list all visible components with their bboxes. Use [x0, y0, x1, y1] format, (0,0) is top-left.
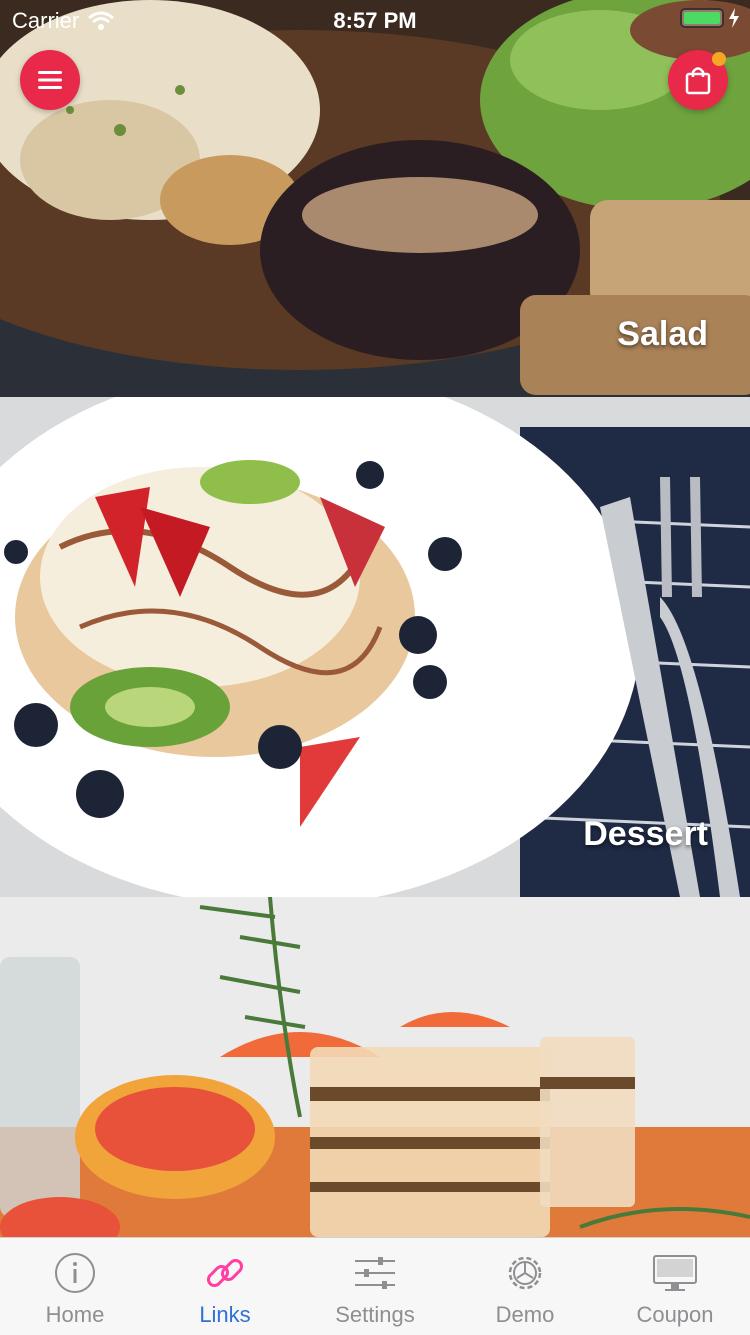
tab-settings[interactable]: Settings	[300, 1238, 450, 1335]
monitor-icon	[653, 1255, 697, 1291]
cart-button[interactable]	[668, 50, 728, 110]
category-card-dessert[interactable]: Dessert	[0, 397, 750, 897]
card-label-salad: Salad	[617, 315, 708, 353]
card-label-dessert: Dessert	[583, 815, 708, 853]
charging-icon	[729, 8, 739, 28]
tab-coupon-label: Coupon	[636, 1302, 714, 1327]
status-bar: Carrier 8:57 PM	[0, 0, 750, 40]
tab-demo-label: Demo	[495, 1302, 555, 1327]
cart-badge	[712, 52, 726, 66]
sliders-icon	[355, 1257, 395, 1289]
menu-button[interactable]	[20, 50, 80, 110]
tab-links-label: Links	[199, 1302, 251, 1327]
category-card-drinks[interactable]	[0, 897, 750, 1237]
status-time: 8:57 PM	[333, 8, 417, 33]
hamburger-icon	[38, 71, 62, 89]
info-icon	[55, 1253, 95, 1293]
battery-icon	[680, 8, 740, 28]
tab-links[interactable]: Links	[150, 1238, 300, 1335]
shopping-bag-icon	[685, 67, 711, 95]
category-card-salad[interactable]: Salad	[0, 0, 750, 397]
tab-home-label: Home	[45, 1302, 105, 1327]
tab-coupon[interactable]: Coupon	[600, 1238, 750, 1335]
tab-demo[interactable]: Demo	[450, 1238, 600, 1335]
tab-bar: Home Links Settings Demo Coupon	[0, 1237, 750, 1335]
tab-settings-label: Settings	[335, 1302, 415, 1327]
gear-icon	[508, 1256, 542, 1290]
drinks-image	[0, 897, 750, 1237]
link-icon	[206, 1258, 244, 1288]
tab-home[interactable]: Home	[0, 1238, 150, 1335]
